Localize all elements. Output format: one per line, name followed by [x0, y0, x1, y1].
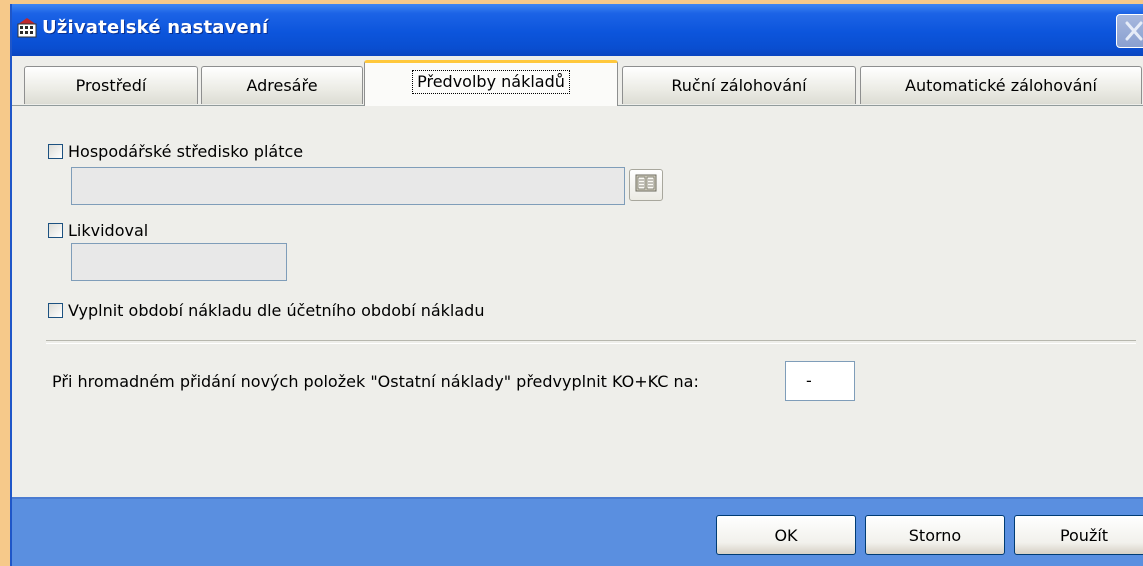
bulk-ko-kc-input[interactable]: - — [785, 361, 855, 401]
tab-content: Hospodářské středisko plátce Likvidoval … — [12, 106, 1143, 497]
tab-prostredi[interactable]: Prostředí — [24, 66, 198, 104]
tab-automaticke-zalohovani[interactable]: Automatické zálohování — [860, 66, 1142, 104]
settings-panel: Prostředí Adresáře Předvolby nákladů Ruč… — [12, 56, 1143, 497]
tab-predvolby-nakladu[interactable]: Předvolby nákladů — [364, 60, 618, 106]
tab-adresare[interactable]: Adresáře — [201, 66, 363, 104]
window-title: Uživatelské nastavení — [42, 17, 269, 38]
fill-period-checkbox[interactable] — [48, 303, 63, 318]
close-button[interactable] — [1116, 14, 1143, 48]
title-bar: Uživatelské nastavení — [12, 4, 1143, 56]
apply-button[interactable]: Použít — [1014, 515, 1143, 555]
ok-button[interactable]: OK — [716, 515, 856, 555]
close-icon — [1117, 21, 1143, 51]
cost-center-row: Hospodářské středisko plátce — [48, 142, 303, 161]
fill-period-label: Vyplnit období nákladu dle účetního obdo… — [68, 301, 485, 320]
liquidated-row: Likvidoval — [48, 221, 148, 240]
liquidated-checkbox[interactable] — [48, 223, 63, 238]
cost-center-lookup-button[interactable] — [629, 169, 663, 201]
tab-label: Adresáře — [246, 76, 318, 95]
book-icon — [635, 173, 657, 197]
bulk-ko-kc-value: - — [806, 371, 812, 390]
tab-rucni-zalohovani[interactable]: Ruční zálohování — [622, 66, 856, 104]
bulk-add-label: Při hromadném přidání nových položek "Os… — [52, 372, 699, 391]
tab-strip: Prostředí Adresáře Předvolby nákladů Ruč… — [12, 56, 1143, 106]
tab-label: Předvolby nákladů — [412, 70, 570, 94]
liquidated-label: Likvidoval — [68, 221, 149, 240]
cost-center-checkbox[interactable] — [48, 144, 63, 159]
app-grid-icon — [16, 16, 38, 38]
cost-center-input[interactable] — [71, 167, 625, 205]
cancel-button[interactable]: Storno — [865, 515, 1005, 555]
cost-center-label: Hospodářské středisko plátce — [68, 142, 304, 161]
tab-label: Prostředí — [75, 76, 147, 95]
section-separator — [46, 340, 1136, 344]
settings-dialog: Uživatelské nastavení Prostředí Adresáře… — [10, 4, 1143, 566]
liquidated-input[interactable] — [71, 243, 287, 281]
fill-period-row: Vyplnit období nákladu dle účetního obdo… — [48, 301, 484, 320]
tab-label: Ruční zálohování — [671, 76, 807, 95]
tab-label: Automatické zálohování — [905, 76, 1097, 95]
button-bar: OK Storno Použít — [12, 497, 1143, 566]
